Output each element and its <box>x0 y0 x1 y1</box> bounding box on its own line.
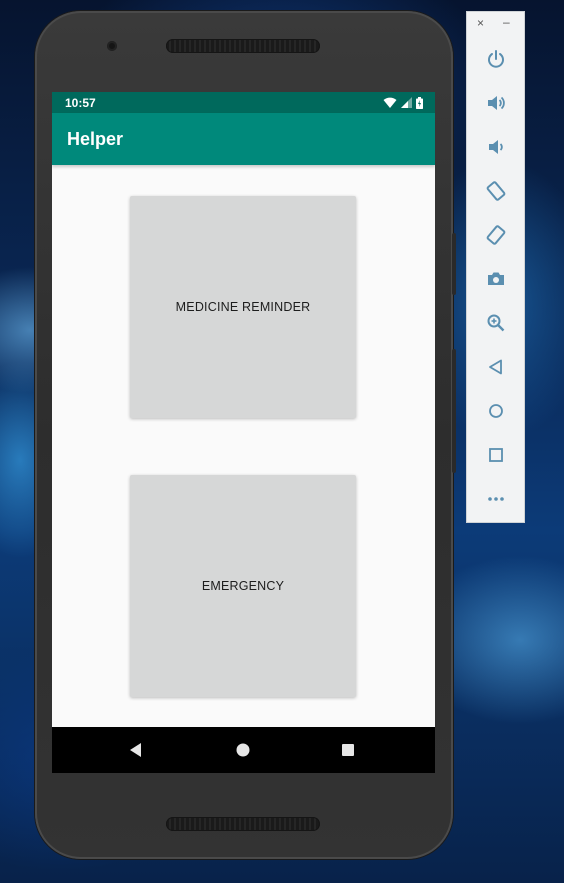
emergency-label: EMERGENCY <box>201 579 285 593</box>
power-button[interactable] <box>481 44 511 74</box>
wifi-icon <box>383 97 397 108</box>
more-icon <box>488 497 504 501</box>
emulator-back-button[interactable] <box>481 352 511 382</box>
emulator-toolbar: × – <box>466 11 525 523</box>
rotate-right-button[interactable] <box>481 220 511 250</box>
camera-icon <box>488 272 504 285</box>
status-time: 10:57 <box>65 96 96 110</box>
cell-signal-icon <box>401 97 412 108</box>
zoom-icon <box>487 314 505 332</box>
rotate-left-icon <box>486 181 506 201</box>
home-icon[interactable] <box>233 740 253 760</box>
navigation-bar <box>52 727 435 773</box>
medicine-reminder-button[interactable]: MEDICINE REMINDER <box>130 196 356 418</box>
app-bar: Helper <box>52 113 435 165</box>
app-title: Helper <box>67 129 124 149</box>
volume-down-icon <box>489 140 503 154</box>
emulator-home-button[interactable] <box>481 396 511 426</box>
overview-icon <box>489 448 503 462</box>
back-icon <box>489 359 502 375</box>
rotate-right-icon <box>486 225 506 245</box>
screenshot-button[interactable] <box>481 264 511 294</box>
close-button[interactable]: × <box>477 16 484 30</box>
minimize-button[interactable]: – <box>503 15 510 29</box>
status-bar: 10:57 <box>52 92 435 113</box>
zoom-button[interactable] <box>481 308 511 338</box>
volume-up-button[interactable] <box>481 88 511 118</box>
volume-up-icon <box>488 96 505 110</box>
phone-volume-button <box>452 349 456 473</box>
emergency-button[interactable]: EMERGENCY <box>130 475 356 697</box>
recents-icon[interactable] <box>338 740 358 760</box>
front-camera <box>107 41 117 51</box>
top-speaker <box>166 39 320 53</box>
back-icon[interactable] <box>126 740 146 760</box>
bottom-speaker <box>166 817 320 831</box>
phone-power-button <box>452 233 456 295</box>
volume-down-button[interactable] <box>481 132 511 162</box>
power-icon <box>488 50 504 68</box>
emulator-overview-button[interactable] <box>481 440 511 470</box>
battery-icon <box>416 96 423 109</box>
more-button[interactable] <box>481 484 511 514</box>
device-screen: 10:57 Helper MEDICINE REMINDER EMERGENCY <box>52 92 435 773</box>
home-icon <box>489 404 503 418</box>
medicine-reminder-label: MEDICINE REMINDER <box>175 300 311 314</box>
emulator-window-controls: × – <box>467 15 526 32</box>
rotate-left-button[interactable] <box>481 176 511 206</box>
status-icons <box>383 96 423 109</box>
